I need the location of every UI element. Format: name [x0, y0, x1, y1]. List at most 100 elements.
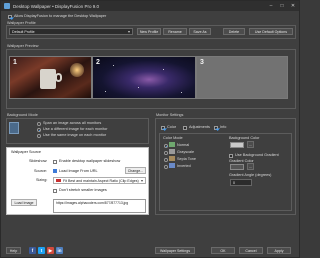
source-group-label: Wallpaper Source — [11, 150, 42, 154]
bg-mode-option-same[interactable] — [37, 133, 41, 138]
allow-manage-checkbox[interactable] — [8, 14, 12, 19]
gradient-angle-input[interactable]: 0 — [230, 179, 252, 186]
linkedin-icon[interactable]: in — [56, 247, 63, 254]
monitor-preview-3[interactable]: 3 — [196, 56, 288, 99]
mode-normal[interactable] — [164, 143, 168, 148]
grayscale-radio[interactable] — [164, 150, 168, 155]
maximize-icon[interactable]: □ — [278, 2, 286, 9]
sizing-label: Sizing: — [36, 178, 48, 182]
mode-inverted-label: Inverted — [177, 164, 191, 168]
tab-adjustments-label: Adjustments — [189, 125, 210, 129]
use-gradient-checkbox[interactable] — [229, 153, 233, 158]
preview-star — [181, 92, 182, 93]
gradient-color-swatch[interactable] — [230, 164, 244, 170]
use-gradient-label: Use Background Gradient — [235, 153, 279, 157]
info-tab-check[interactable] — [214, 125, 218, 130]
color-tab-check[interactable] — [161, 125, 165, 130]
use-default-options-button[interactable]: Use Default Options — [249, 28, 293, 35]
sizing-select[interactable]: Fit Best and maintain Aspect Ratio (Clip… — [53, 177, 146, 184]
gradient-check[interactable] — [229, 153, 233, 158]
same-radio[interactable] — [37, 133, 41, 138]
monitor-preview-1[interactable]: 1 — [9, 56, 92, 99]
help-label: Help — [9, 248, 18, 253]
ok-button[interactable]: OK — [211, 247, 235, 254]
load-image-label: Load Image — [14, 200, 34, 205]
span-label: Span an image across all monitors — [43, 121, 102, 125]
monitor-selection-overlay — [197, 57, 287, 98]
normal-radio[interactable] — [164, 143, 168, 148]
monitor-number: 1 — [13, 59, 17, 66]
bg-color-label: Background Color — [229, 136, 260, 140]
preview-star — [113, 65, 114, 66]
profile-select[interactable]: Default Profile — [9, 28, 133, 35]
youtube-icon[interactable]: ▶ — [47, 247, 54, 254]
grayscale-color-icon — [169, 149, 175, 154]
adjust-tab-check[interactable] — [183, 125, 187, 130]
bg-color-picker-button[interactable]: … — [247, 141, 254, 148]
save-as-button[interactable]: Save As — [189, 28, 211, 35]
different-radio[interactable] — [37, 127, 41, 132]
bg-color-swatch[interactable] — [230, 142, 244, 148]
monitor-settings-group-label: Monitor Settings — [156, 113, 184, 117]
span-radio[interactable] — [37, 121, 41, 126]
monitor-preview-2[interactable]: 2 — [92, 56, 196, 99]
gradient-angle-value: 0 — [233, 180, 235, 185]
tab-color[interactable] — [161, 125, 165, 130]
bg-mode-option-span[interactable] — [37, 121, 41, 126]
tab-info-label: Info — [220, 125, 227, 129]
load-image-button[interactable]: Load Image — [11, 199, 37, 206]
title-bar: Desktop Wallpaper • DisplayFusion Pro 9.… — [1, 1, 299, 11]
sizing-icon — [56, 179, 61, 182]
bg-mode-group-label: Background Mode — [7, 113, 38, 117]
wallpaper-source-panel: Wallpaper Source Slideshow: Enable deskt… — [6, 147, 149, 215]
tab-adjustments[interactable] — [183, 125, 187, 130]
preview-mug-handle — [55, 73, 62, 82]
gradient-angle-label: Gradient Angle (degrees) — [229, 173, 272, 177]
normal-color-icon — [169, 142, 175, 147]
slideshow-label: Slideshow: — [29, 159, 48, 163]
bg-mode-image-icon — [9, 122, 19, 134]
help-button[interactable]: Help — [6, 247, 21, 254]
color-mode-label: Color Mode — [163, 136, 183, 140]
mode-sepia-label: Sepia Tone — [177, 157, 196, 161]
monitor-number: 2 — [96, 59, 100, 66]
sizing-select-value: Fit Best and maintain Aspect Ratio (Clip… — [63, 178, 139, 183]
allow-manage-check[interactable] — [8, 14, 12, 19]
slideshow-checkbox[interactable] — [53, 159, 57, 164]
chevron-down-icon — [141, 179, 143, 182]
gradient-color-picker-button[interactable]: … — [247, 163, 254, 170]
cancel-button[interactable]: Cancel — [239, 247, 263, 254]
tab-info[interactable] — [214, 125, 218, 130]
inverted-radio[interactable] — [164, 164, 168, 169]
profile-select-value: Default Profile — [12, 29, 35, 34]
rename-button[interactable]: Rename — [163, 28, 187, 35]
close-icon[interactable]: ✕ — [289, 2, 297, 9]
slideshow-check-label: Enable desktop wallpaper slideshow — [59, 159, 121, 163]
source-label: Source: — [34, 169, 48, 173]
bg-mode-option-different[interactable] — [37, 127, 41, 132]
wallpaper-settings-button[interactable]: Wallpaper Settings — [155, 247, 195, 254]
mode-inverted[interactable] — [164, 164, 168, 169]
dont-stretch-check[interactable] — [53, 188, 57, 193]
chevron-down-icon — [128, 30, 130, 33]
delete-button[interactable]: Delete — [223, 28, 245, 35]
wallpaper-window: Desktop Wallpaper • DisplayFusion Pro 9.… — [0, 0, 300, 258]
sepia-radio[interactable] — [164, 157, 168, 162]
allow-manage-label: Allow DisplayFusion to manage the Deskto… — [14, 14, 107, 18]
dont-stretch-checkbox[interactable] — [53, 188, 57, 193]
apply-button[interactable]: Apply — [267, 247, 291, 254]
preview-mug — [40, 69, 56, 89]
slideshow-check[interactable] — [53, 159, 57, 164]
preview-group-label: Wallpaper Preview — [7, 44, 39, 48]
facebook-icon[interactable]: f — [29, 247, 36, 254]
new-profile-button[interactable]: New Profile — [137, 28, 161, 35]
mode-sepia[interactable] — [164, 157, 168, 162]
mode-grayscale[interactable] — [164, 150, 168, 155]
change-source-button[interactable]: Change... — [125, 167, 146, 174]
url-input[interactable]: https://images.alphacoders.com/877/87771… — [53, 199, 146, 213]
preview-star — [163, 69, 164, 70]
url-source-icon — [53, 169, 57, 173]
twitter-icon[interactable]: t — [38, 247, 45, 254]
same-label: Use the same image on each monitor — [43, 133, 107, 137]
minimize-icon[interactable]: – — [267, 2, 275, 9]
